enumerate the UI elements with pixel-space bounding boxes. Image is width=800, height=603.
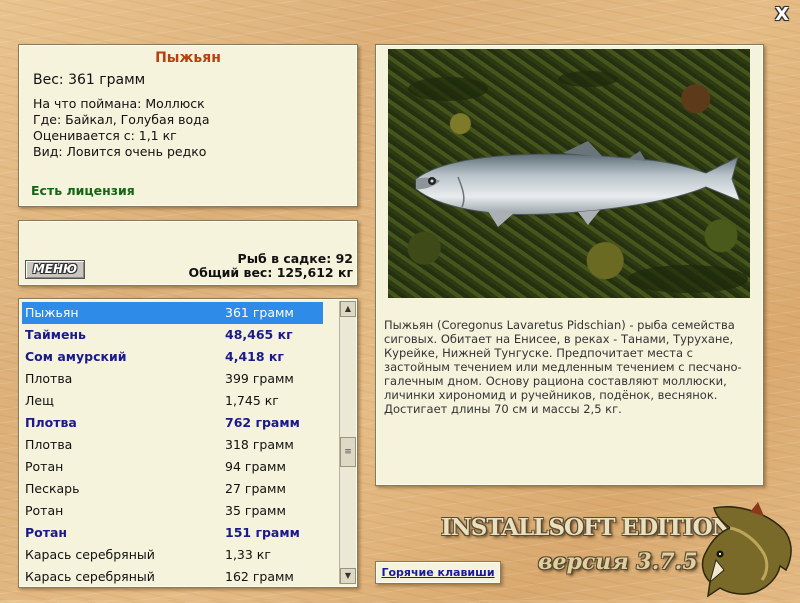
list-item-weight: 27 грамм bbox=[225, 481, 286, 496]
list-item[interactable]: Ротан 151 грамм bbox=[22, 522, 323, 544]
list-item-weight: 94 грамм bbox=[225, 459, 286, 474]
scroll-down-arrow-icon[interactable]: ▼ bbox=[340, 568, 356, 584]
list-item-name: Ротан bbox=[25, 525, 68, 540]
hotkeys-link[interactable]: Горячие клавиши bbox=[375, 561, 501, 584]
total-weight: Общий вес: 125,612 кг bbox=[188, 265, 354, 280]
list-item[interactable]: Сом амурский 4,418 кг bbox=[22, 346, 323, 368]
fish-weight: Вес: 361 грамм bbox=[33, 72, 146, 88]
scroll-thumb[interactable]: ≡ bbox=[340, 437, 356, 467]
list-item-name: Сом амурский bbox=[25, 349, 127, 364]
list-item-weight: 151 грамм bbox=[225, 525, 300, 540]
list-item[interactable]: Таймень 48,465 кг bbox=[22, 324, 323, 346]
list-item-weight: 48,465 кг bbox=[225, 327, 293, 342]
list-item[interactable]: Карась серебряный 162 грамм bbox=[22, 566, 323, 587]
pike-icon bbox=[701, 502, 792, 598]
catch-list[interactable]: Пыжьян 361 грамм Таймень 48,465 кг Сом амурс… bbox=[22, 302, 323, 587]
list-item[interactable]: Плотва 762 грамм bbox=[22, 412, 323, 434]
list-item-name: Плотва bbox=[25, 437, 73, 452]
pike-fish-logo bbox=[694, 500, 798, 600]
list-item-weight: 4,418 кг bbox=[225, 349, 284, 364]
list-item-weight: 162 грамм bbox=[225, 569, 294, 584]
fish-caught-on: На что поймана: Моллюск bbox=[33, 96, 205, 111]
fish-rarity: Вид: Ловится очень редко bbox=[33, 144, 207, 159]
list-item-weight: 762 грамм bbox=[225, 415, 300, 430]
list-item[interactable]: Карась серебряный 1,33 кг bbox=[22, 544, 323, 566]
stats-panel: МЕНЮ Рыб в садке: 92 Общий вес: 125,612 … bbox=[18, 220, 358, 286]
fish-in-cage-count: Рыб в садке: 92 bbox=[237, 251, 353, 266]
scroll-up-arrow-icon[interactable]: ▲ bbox=[340, 301, 356, 317]
list-item-weight: 318 грамм bbox=[225, 437, 294, 452]
list-item-name: Лещ bbox=[25, 393, 54, 408]
list-item-weight: 361 грамм bbox=[225, 305, 294, 320]
list-scrollbar[interactable]: ▲ ≡ ▼ bbox=[339, 301, 356, 584]
list-item-weight: 1,745 кг bbox=[225, 393, 279, 408]
fish-photo-panel: Пыжьян (Coregonus Lavaretus Pidschian) -… bbox=[375, 44, 764, 486]
list-item[interactable]: Лещ 1,745 кг bbox=[22, 390, 323, 412]
fish-value: Оценивается с: 1,1 кг bbox=[33, 128, 177, 143]
fish-illustration bbox=[408, 71, 748, 293]
list-item-name: Плотва bbox=[25, 415, 77, 430]
license-status: Есть лицензия bbox=[31, 183, 135, 198]
list-item[interactable]: Пескарь 27 грамм bbox=[22, 478, 323, 500]
list-item-weight: 399 грамм bbox=[225, 371, 294, 386]
list-item-name: Карась серебряный bbox=[25, 547, 155, 562]
version-label: версия 3.7.5 bbox=[538, 549, 698, 575]
fish-photo bbox=[388, 49, 750, 298]
catch-list-panel: Пыжьян 361 грамм Таймень 48,465 кг Сом амурс… bbox=[18, 298, 358, 588]
list-item-weight: 35 грамм bbox=[225, 503, 286, 518]
cage-stats: Рыб в садке: 92 Общий вес: 125,612 кг bbox=[189, 252, 354, 280]
fish-location: Где: Байкал, Голубая вода bbox=[33, 112, 210, 127]
list-item-name: Плотва bbox=[25, 371, 73, 386]
list-item-name: Карась серебряный bbox=[25, 569, 155, 584]
menu-button[interactable]: МЕНЮ bbox=[25, 260, 85, 279]
list-item[interactable]: Плотва 399 грамм bbox=[22, 368, 323, 390]
list-item-name: Ротан bbox=[25, 503, 64, 518]
list-item-weight: 1,33 кг bbox=[225, 547, 271, 562]
close-button[interactable]: X bbox=[773, 6, 791, 24]
list-item-name: Пыжьян bbox=[25, 305, 79, 320]
list-item[interactable]: Ротан 94 грамм bbox=[22, 456, 323, 478]
close-icon: X bbox=[775, 4, 789, 25]
edition-title: INSTALLSOFT EDITION bbox=[441, 514, 733, 541]
list-item-name: Ротан bbox=[25, 459, 64, 474]
list-item-name: Пескарь bbox=[25, 481, 80, 496]
list-item-name: Таймень bbox=[25, 327, 86, 342]
fish-description: Пыжьян (Coregonus Lavaretus Pidschian) -… bbox=[384, 318, 742, 416]
list-item[interactable]: Плотва 318 грамм bbox=[22, 434, 323, 456]
fish-info-panel: Пыжьян Вес: 361 грамм На что поймана: Мо… bbox=[18, 44, 358, 207]
list-item[interactable]: Ротан 35 грамм bbox=[22, 500, 323, 522]
fish-title: Пыжьян bbox=[155, 50, 221, 66]
list-item[interactable]: Пыжьян 361 грамм bbox=[22, 302, 323, 324]
